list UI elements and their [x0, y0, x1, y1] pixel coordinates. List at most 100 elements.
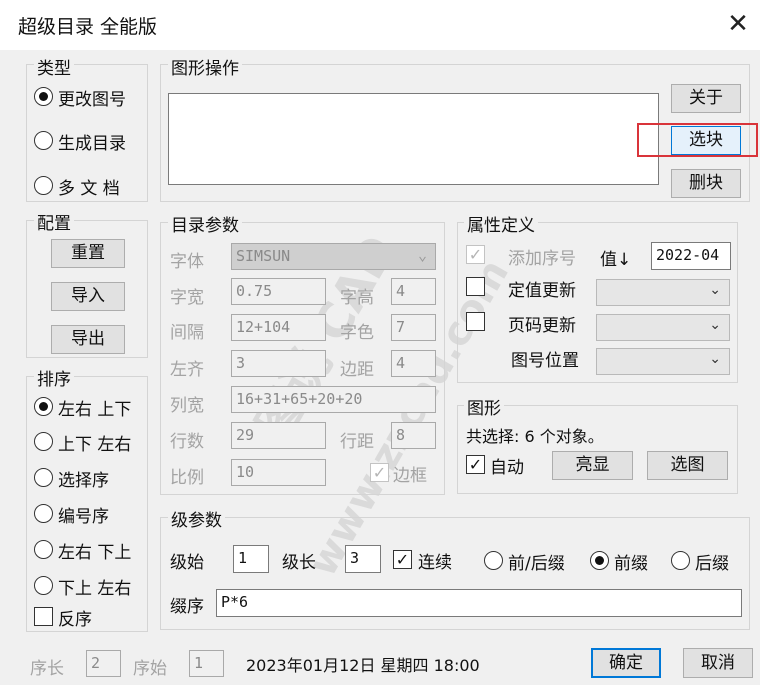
font-select[interactable]: SIMSUN ⌄: [231, 243, 436, 270]
fixed-update-checkbox[interactable]: [466, 277, 485, 296]
sort-option-label-1: 上下 左右: [58, 435, 132, 455]
char-width-label: 字宽: [170, 288, 204, 308]
font-value: SIMSUN: [236, 247, 291, 265]
graphic-ops-title: 图形操作: [168, 54, 242, 79]
row-spacing-field[interactable]: 8: [391, 422, 436, 449]
column-width-label: 列宽: [170, 396, 204, 416]
chevron-down-icon: ⌄: [709, 317, 721, 333]
highlight-button[interactable]: 亮显: [552, 451, 633, 480]
fixed-update-label: 定值更新: [508, 281, 576, 301]
sort-option-label-0: 左右 上下: [58, 400, 132, 420]
drawing-no-position-label: 图号位置: [511, 351, 579, 371]
affix-radio-prefix[interactable]: [590, 551, 609, 570]
sort-radio-tb-lr[interactable]: [34, 432, 53, 451]
continuous-checkbox[interactable]: ✓: [393, 550, 412, 569]
char-width-field[interactable]: 0.75: [231, 278, 326, 305]
reset-button[interactable]: 重置: [51, 239, 125, 268]
page-update-combo[interactable]: ⌄: [596, 314, 730, 341]
type-radio-multi-document[interactable]: [34, 176, 53, 195]
type-option-label-1: 生成目录: [58, 134, 126, 154]
graphic-ops-textarea[interactable]: [168, 93, 659, 185]
sort-radio-lr-bt[interactable]: [34, 540, 53, 559]
sort-option-label-5: 下上 左右: [58, 579, 132, 599]
column-width-field[interactable]: 16+31+65+20+20: [231, 386, 436, 413]
row-spacing-label: 行距: [340, 432, 374, 452]
sort-radio-number-order[interactable]: [34, 504, 53, 523]
continuous-label: 连续: [418, 553, 452, 573]
delete-block-button[interactable]: 删块: [671, 169, 741, 198]
affix-label-prefix: 前缀: [614, 554, 648, 574]
page-update-checkbox[interactable]: [466, 312, 485, 331]
affix-order-field[interactable]: P*6: [216, 589, 742, 617]
seq-length-field[interactable]: 2: [86, 650, 121, 677]
reverse-label: 反序: [58, 610, 92, 630]
level-params-title: 级参数: [168, 506, 225, 531]
level-start-field[interactable]: 1: [233, 545, 269, 573]
chevron-down-icon: ⌄: [709, 351, 721, 367]
export-button[interactable]: 导出: [51, 325, 125, 354]
close-icon[interactable]: ✕: [724, 10, 752, 38]
chevron-down-icon: ⌄: [709, 282, 721, 298]
attr-value-field[interactable]: 2022-04: [651, 242, 731, 270]
reverse-checkbox[interactable]: [34, 607, 53, 626]
affix-radio-prefix-suffix[interactable]: [484, 551, 503, 570]
sort-option-label-2: 选择序: [58, 471, 109, 491]
ok-button[interactable]: 确定: [591, 648, 661, 678]
select-figure-button[interactable]: 选图: [647, 451, 728, 480]
affix-order-label: 缀序: [170, 597, 204, 617]
level-start-label: 级始: [170, 553, 204, 573]
sort-option-label-4: 左右 下上: [58, 543, 132, 563]
char-height-label: 字高: [340, 288, 374, 308]
value-down-label: 值↓: [600, 250, 632, 270]
type-option-label-0: 更改图号: [58, 90, 126, 110]
datetime-text: 2023年01月12日 星期四 18:00: [246, 656, 480, 675]
type-group-title: 类型: [34, 54, 74, 79]
rows-field[interactable]: 29: [231, 422, 326, 449]
left-align-field[interactable]: 3: [231, 350, 326, 377]
sort-radio-selection-order[interactable]: [34, 468, 53, 487]
margin-field[interactable]: 4: [391, 350, 436, 377]
font-chevron-icon: ⌄: [417, 246, 427, 264]
import-button[interactable]: 导入: [51, 282, 125, 311]
seq-length-label: 序长: [30, 659, 64, 679]
sort-group-title: 排序: [34, 365, 74, 390]
fixed-update-combo[interactable]: ⌄: [596, 279, 730, 306]
add-seq-checkbox[interactable]: ✓: [466, 245, 485, 264]
title-bar: 超级目录 全能版 ✕: [0, 0, 760, 50]
select-block-button[interactable]: 选块: [671, 126, 741, 155]
char-color-field[interactable]: 7: [391, 314, 436, 341]
catalog-params-title: 目录参数: [168, 211, 242, 236]
rows-label: 行数: [170, 432, 204, 452]
config-group-title: 配置: [34, 209, 74, 234]
gap-label: 间隔: [170, 323, 204, 343]
about-button[interactable]: 关于: [671, 84, 741, 113]
cancel-button[interactable]: 取消: [683, 648, 753, 678]
border-label: 边框: [393, 466, 427, 486]
sort-radio-bt-lr[interactable]: [34, 576, 53, 595]
sort-radio-lr-tb[interactable]: [34, 397, 53, 416]
left-align-label: 左齐: [170, 360, 204, 380]
font-label: 字体: [170, 252, 204, 272]
drawing-no-position-combo[interactable]: ⌄: [596, 348, 730, 375]
figure-group-title: 图形: [464, 394, 504, 419]
seq-start-label: 序始: [133, 659, 167, 679]
type-radio-generate-catalog[interactable]: [34, 131, 53, 150]
margin-label: 边距: [340, 360, 374, 380]
seq-start-field[interactable]: 1: [189, 650, 224, 677]
affix-radio-suffix[interactable]: [671, 551, 690, 570]
border-checkbox[interactable]: ✓: [370, 463, 389, 482]
char-color-label: 字色: [340, 323, 374, 343]
char-height-field[interactable]: 4: [391, 278, 436, 305]
scale-field[interactable]: 10: [231, 459, 326, 486]
add-seq-label: 添加序号: [508, 249, 576, 269]
gap-field[interactable]: 12+104: [231, 314, 326, 341]
window-title: 超级目录 全能版: [18, 16, 158, 38]
auto-checkbox[interactable]: ✓: [466, 455, 485, 474]
type-radio-change-drawing-no[interactable]: [34, 87, 53, 106]
sort-option-label-3: 编号序: [58, 507, 109, 527]
attr-def-title: 属性定义: [464, 211, 538, 236]
level-length-field[interactable]: 3: [345, 545, 381, 573]
auto-label: 自动: [490, 458, 524, 478]
selection-count-text: 共选择: 6 个对象。: [466, 427, 604, 446]
affix-label-prefix-suffix: 前/后缀: [508, 554, 565, 574]
